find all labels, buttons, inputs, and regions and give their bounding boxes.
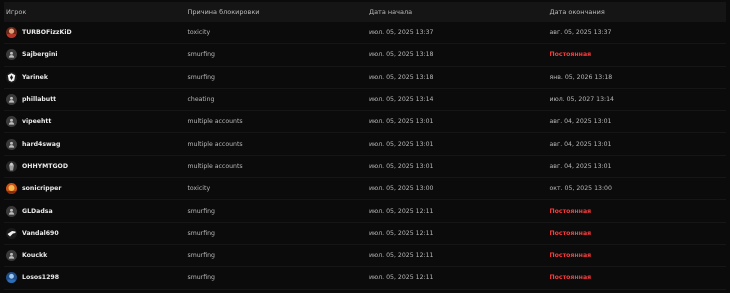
table-row[interactable]: Losos1298 smurfing июл. 05, 2025 12:11 Пост… bbox=[4, 267, 726, 290]
player-name-link[interactable]: Losos1298 bbox=[22, 274, 59, 281]
player-cell[interactable]: Sajbergini bbox=[4, 49, 188, 61]
avatar-icon[interactable] bbox=[6, 71, 17, 83]
header-player: Игрок bbox=[6, 8, 27, 16]
player-cell[interactable]: sonicripper bbox=[4, 183, 188, 195]
ban-reason: toxicity bbox=[187, 29, 211, 37]
ban-reason: smurfing bbox=[187, 73, 215, 81]
ban-reason: multiple accounts bbox=[187, 118, 243, 126]
avatar-icon[interactable] bbox=[6, 272, 17, 284]
player-name-link[interactable]: Yarinek bbox=[22, 74, 48, 81]
table-row[interactable]: Yarinek smurfing июл. 05, 2025 13:18 янв. 0… bbox=[4, 67, 726, 89]
end-date: авг. 04, 2025 13:01 bbox=[549, 118, 612, 126]
player-name-link[interactable]: GLDadsa bbox=[22, 208, 53, 215]
player-cell[interactable]: vipeehtt bbox=[4, 116, 188, 128]
table-row[interactable]: OHHYMTGOD multiple accounts июл. 05, 2025 … bbox=[4, 156, 726, 179]
table-row[interactable]: phillabutt cheating июл. 05, 2025 13:14 июл… bbox=[4, 89, 726, 112]
permanent-ban-label: Постоянная bbox=[549, 229, 592, 237]
header-end-date: Дата окончания bbox=[549, 8, 605, 16]
start-date: июл. 05, 2025 13:18 bbox=[369, 51, 434, 59]
default-user-icon[interactable] bbox=[6, 205, 17, 217]
start-date: июл. 05, 2025 13:01 bbox=[369, 140, 434, 148]
player-cell[interactable]: phillabutt bbox=[4, 94, 188, 106]
player-name-link[interactable]: Vandal690 bbox=[22, 230, 59, 237]
player-name-link[interactable]: TURBOFizzKiD bbox=[22, 29, 72, 36]
player-cell[interactable]: TURBOFizzKiD bbox=[4, 27, 188, 39]
start-date: июл. 05, 2025 12:11 bbox=[369, 252, 434, 260]
player-cell[interactable]: Yarinek bbox=[4, 71, 188, 83]
player-cell[interactable]: GLDadsa bbox=[4, 205, 188, 217]
header-start-date: Дата начала bbox=[369, 8, 413, 16]
default-user-icon[interactable] bbox=[6, 94, 17, 106]
ban-reason: toxicity bbox=[187, 185, 211, 193]
player-cell[interactable]: OHHYMTGOD bbox=[4, 160, 188, 172]
avatar-icon[interactable] bbox=[6, 160, 17, 172]
table-body: TURBOFizzKiD toxicity июл. 05, 2025 13:37 а… bbox=[4, 22, 726, 290]
ban-reason: multiple accounts bbox=[187, 140, 243, 148]
player-name-link[interactable]: sonicripper bbox=[22, 185, 61, 192]
player-cell[interactable]: Kouckk bbox=[4, 250, 188, 262]
table-row[interactable]: Vandal690 smurfing июл. 05, 2025 12:11 Пост… bbox=[4, 223, 726, 245]
table-header: Игрок Причина блокировки Дата начала Дат… bbox=[4, 2, 726, 22]
permanent-ban-label: Постоянная bbox=[549, 252, 592, 260]
end-date: авг. 04, 2025 13:01 bbox=[549, 162, 612, 170]
player-name-link[interactable]: vipeehtt bbox=[22, 118, 51, 125]
avatar-icon[interactable] bbox=[6, 183, 17, 195]
start-date: июл. 05, 2025 13:01 bbox=[369, 162, 434, 170]
table-row[interactable]: Kouckk smurfing июл. 05, 2025 12:11 Постоян… bbox=[4, 245, 726, 268]
default-user-icon[interactable] bbox=[6, 250, 17, 262]
start-date: июл. 05, 2025 12:11 bbox=[369, 274, 434, 282]
table-row[interactable]: GLDadsa smurfing июл. 05, 2025 12:11 Постоя… bbox=[4, 200, 726, 223]
end-date: янв. 05, 2026 13:18 bbox=[549, 73, 613, 81]
end-date: авг. 05, 2025 13:37 bbox=[549, 29, 612, 37]
start-date: июл. 05, 2025 13:37 bbox=[369, 29, 434, 37]
start-date: июл. 05, 2025 13:01 bbox=[369, 118, 434, 126]
player-name-link[interactable]: hard4swag bbox=[22, 141, 60, 148]
start-date: июл. 05, 2025 13:14 bbox=[369, 96, 434, 104]
player-name-link[interactable]: OHHYMTGOD bbox=[22, 163, 68, 170]
permanent-ban-label: Постоянная bbox=[549, 274, 592, 282]
ban-reason: cheating bbox=[187, 96, 215, 104]
avatar-icon[interactable] bbox=[6, 227, 17, 239]
permanent-ban-label: Постоянная bbox=[549, 207, 592, 215]
start-date: июл. 05, 2025 13:00 bbox=[369, 185, 434, 193]
table-row[interactable]: vipeehtt multiple accounts июл. 05, 2025 1… bbox=[4, 111, 726, 134]
table-row[interactable]: TURBOFizzKiD toxicity июл. 05, 2025 13:37 а… bbox=[4, 22, 726, 45]
player-name-link[interactable]: phillabutt bbox=[22, 96, 56, 103]
start-date: июл. 05, 2025 13:18 bbox=[369, 73, 434, 81]
player-cell[interactable]: Losos1298 bbox=[4, 272, 188, 284]
start-date: июл. 05, 2025 12:11 bbox=[369, 207, 434, 215]
default-user-icon[interactable] bbox=[6, 49, 17, 61]
ban-reason: multiple accounts bbox=[187, 162, 243, 170]
bans-table: Игрок Причина блокировки Дата начала Дат… bbox=[4, 2, 726, 290]
end-date: окт. 05, 2025 13:00 bbox=[549, 185, 612, 193]
end-date: июл. 05, 2027 13:14 bbox=[549, 96, 614, 104]
ban-reason: smurfing bbox=[187, 51, 215, 59]
table-row[interactable]: hard4swag multiple accounts июл. 05, 2025 … bbox=[4, 133, 726, 156]
ban-reason: smurfing bbox=[187, 252, 215, 260]
ban-reason: smurfing bbox=[187, 229, 215, 237]
table-row[interactable]: sonicripper toxicity июл. 05, 2025 13:00 ок… bbox=[4, 178, 726, 201]
player-name-link[interactable]: Kouckk bbox=[22, 252, 47, 259]
table-row[interactable]: Sajbergini smurfing июл. 05, 2025 13:18 Пос… bbox=[4, 44, 726, 67]
avatar-icon[interactable] bbox=[6, 27, 17, 39]
default-user-icon[interactable] bbox=[6, 138, 17, 150]
start-date: июл. 05, 2025 12:11 bbox=[369, 229, 434, 237]
ban-reason: smurfing bbox=[187, 207, 215, 215]
header-reason: Причина блокировки bbox=[187, 8, 260, 16]
ban-reason: smurfing bbox=[187, 274, 215, 282]
player-cell[interactable]: Vandal690 bbox=[4, 227, 188, 239]
end-date: авг. 04, 2025 13:01 bbox=[549, 140, 612, 148]
permanent-ban-label: Постоянная bbox=[549, 51, 592, 59]
player-cell[interactable]: hard4swag bbox=[4, 138, 188, 150]
default-user-icon[interactable] bbox=[6, 116, 17, 128]
player-name-link[interactable]: Sajbergini bbox=[22, 51, 58, 58]
